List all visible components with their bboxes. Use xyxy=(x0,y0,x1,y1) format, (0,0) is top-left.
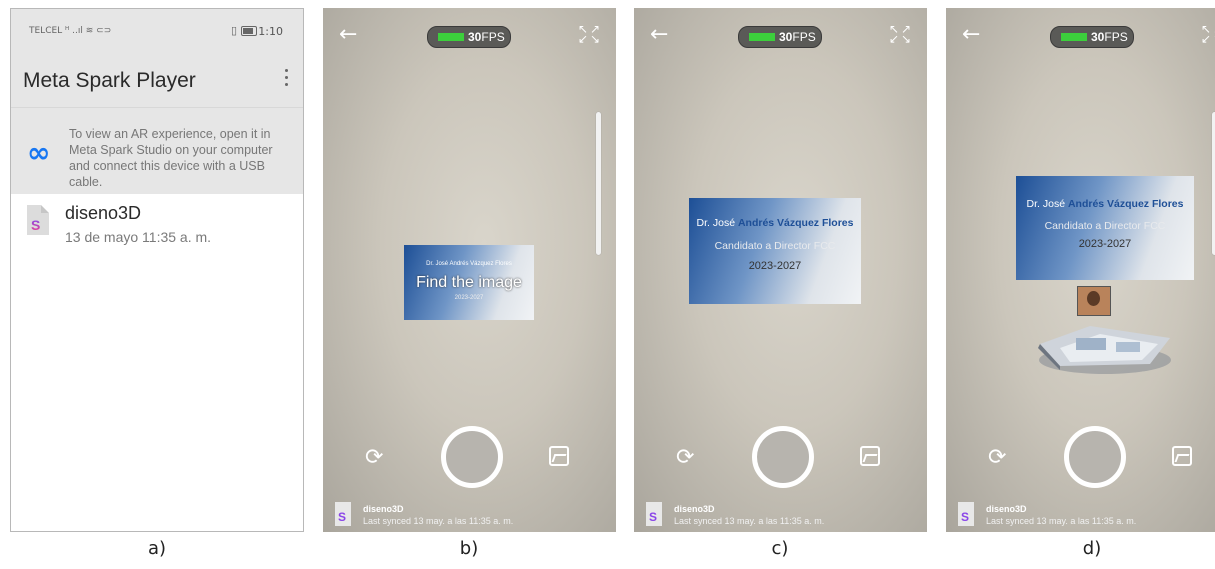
spark-file-icon: S xyxy=(27,205,49,235)
footer-project-name: diseno3D xyxy=(363,504,404,514)
caption-b: b) xyxy=(459,538,479,559)
fps-unit: FPS xyxy=(792,30,816,44)
card-name-line: Dr. José Andrés Vázquez Flores xyxy=(426,261,512,267)
gallery-icon[interactable] xyxy=(860,446,880,466)
spark-file-icon: S xyxy=(646,502,662,526)
project-footer: S diseno3D Last synced 13 may. a las 11:… xyxy=(646,500,906,530)
vibrate-icon: ▯ xyxy=(230,25,237,37)
fps-unit: FPS xyxy=(481,30,505,44)
fps-indicator: 30FPS xyxy=(738,26,822,48)
footer-sync-status: Last synced 13 may. a las 11:35 a. m. xyxy=(363,516,514,526)
fps-bar xyxy=(749,33,775,41)
camera-view-b: ← 30FPS ↖↗ ↙↘ Dr. José Andrés Vázquez Flo… xyxy=(323,8,616,532)
capture-button[interactable] xyxy=(1064,426,1126,488)
card-name-line: Dr. José Andrés Vázquez Flores xyxy=(1026,198,1184,210)
footer-project-name: diseno3D xyxy=(986,504,1027,514)
spark-file-icon: S xyxy=(958,502,974,526)
gallery-icon[interactable] xyxy=(549,446,569,466)
business-card: Dr. José Andrés Vázquez Flores Candidato… xyxy=(689,198,861,304)
status-time: 1:10 xyxy=(258,25,283,38)
battery-icon xyxy=(241,26,257,36)
fps-value: 30 xyxy=(1091,30,1105,44)
fullscreen-icon[interactable]: ↖↗↙↘ xyxy=(578,23,602,45)
business-card: Dr. José Andrés Vázquez Flores Candidato… xyxy=(1016,176,1194,280)
fullscreen-icon[interactable]: ↖↗↙↘ xyxy=(889,23,913,45)
fps-value: 30 xyxy=(779,30,793,44)
fps-unit: FPS xyxy=(1104,30,1128,44)
scrollbar[interactable] xyxy=(596,112,601,255)
carrier-status: TELCEL ᵸ ..ıl ≋ ⊂⊃ xyxy=(29,26,112,36)
project-list-item[interactable]: S diseno3D 13 de mayo 11:35 a. m. xyxy=(11,195,303,257)
project-footer: S diseno3D Last synced 13 may. a las 11:… xyxy=(958,500,1215,530)
flip-camera-icon[interactable]: ⟳ xyxy=(988,445,1006,470)
project-footer: S diseno3D Last synced 13 may. a las 11:… xyxy=(335,500,595,530)
card-years: 2023-2027 xyxy=(454,295,484,301)
app-bar: Meta Spark Player xyxy=(11,55,303,107)
capture-button[interactable] xyxy=(441,426,503,488)
more-options-icon[interactable] xyxy=(285,69,289,90)
project-name: diseno3D xyxy=(65,203,142,223)
flip-camera-icon[interactable]: ⟳ xyxy=(676,445,694,470)
caption-c: c) xyxy=(771,538,789,559)
find-image-overlay: Find the image xyxy=(416,274,522,291)
caption-d: d) xyxy=(1082,538,1102,559)
footer-sync-status: Last synced 13 may. a las 11:35 a. m. xyxy=(674,516,825,526)
info-text: To view an AR experience, open it in Met… xyxy=(69,127,273,189)
back-arrow-icon[interactable]: ← xyxy=(962,22,980,47)
fps-bar xyxy=(438,33,464,41)
back-arrow-icon[interactable]: ← xyxy=(339,22,357,47)
flip-camera-icon[interactable]: ⟳ xyxy=(365,445,383,470)
fps-indicator: 30FPS xyxy=(427,26,511,48)
project-date: 13 de mayo 11:35 a. m. xyxy=(65,229,212,245)
footer-sync-status: Last synced 13 may. a las 11:35 a. m. xyxy=(986,516,1137,526)
status-bar: TELCEL ᵸ ..ıl ≋ ⊂⊃ ▯ 1:10 xyxy=(11,9,303,55)
card-years: 2023-2027 xyxy=(1078,238,1132,250)
camera-view-d: ← 30FPS ↖↗↙↘ Dr. José Andrés Vázquez Flo… xyxy=(946,8,1215,532)
card-name-line: Dr. José Andrés Vázquez Flores xyxy=(696,217,854,229)
info-banner: ∞ To view an AR experience, open it in M… xyxy=(11,107,303,194)
caption-a: a) xyxy=(147,538,167,559)
camera-view-c: ← 30FPS ↖↗ ↙↘ Dr. José Andrés Vázquez Flo… xyxy=(634,8,927,532)
capture-button[interactable] xyxy=(752,426,814,488)
fps-indicator: 30FPS xyxy=(1050,26,1134,48)
gallery-icon[interactable] xyxy=(1172,446,1192,466)
card-title-line: Candidato a Director FCC xyxy=(1044,220,1166,232)
fullscreen-icon[interactable]: ↖↗↙↘ xyxy=(1201,23,1215,45)
card-title-line: Candidato a Director FCC xyxy=(714,240,836,252)
spark-file-icon: S xyxy=(335,502,351,526)
fps-value: 30 xyxy=(468,30,482,44)
meta-spark-player-screen: TELCEL ᵸ ..ıl ≋ ⊂⊃ ▯ 1:10 Meta Spark Pla… xyxy=(10,8,304,532)
ar-building-model xyxy=(1038,326,1171,374)
app-title: Meta Spark Player xyxy=(23,69,196,92)
fps-bar xyxy=(1061,33,1087,41)
footer-project-name: diseno3D xyxy=(674,504,715,514)
card-years: 2023-2027 xyxy=(748,260,802,272)
back-arrow-icon[interactable]: ← xyxy=(650,22,668,47)
meta-logo-icon: ∞ xyxy=(27,136,51,169)
